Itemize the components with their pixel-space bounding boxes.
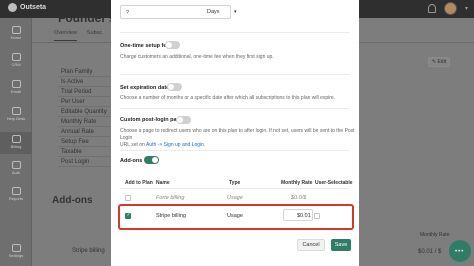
column-header-user-selectable: User-Selectable [315,180,353,186]
sidebar-item-label: CRM [11,62,21,67]
detail-row: Setup Fee [58,137,110,147]
column-header-add-to-plan: Add to Plan [125,180,153,186]
addons-toggle[interactable] [144,156,159,164]
list-header-monthly-rate: Monthly Rate [420,232,450,238]
sidebar-item-crm[interactable]: CRM [0,53,32,67]
one-time-fee-desc: Charge customers an additional, one-time… [120,54,274,60]
expiration-desc: Choose a number of months or a specific … [120,95,336,101]
sidebar-item-label: Home [10,35,22,40]
sidebar-item-settings[interactable]: Settings [0,244,32,258]
sidebar-item-home[interactable]: Home [0,26,32,40]
sidebar-item-billing[interactable]: Billing [0,132,32,154]
detail-row: Is Active [58,77,110,87]
sidebar-item-label: Settings [8,253,24,258]
toggle-knob [152,157,158,163]
edit-button[interactable]: ✎ Edit [428,57,450,67]
sidebar-item-help-desk[interactable]: Help Desk [0,107,32,121]
toggle-knob [166,42,172,48]
page-tabs: Overview Subsc [54,30,102,41]
detail-row: Trial Period [58,87,110,97]
expiration-title: Set expiration date [120,85,170,91]
addon-rate: $0.0/$ [291,195,307,201]
divider [120,32,350,33]
post-login-title: Custom post-login path [120,117,182,123]
sidebar-item-label: Help Desk [6,116,26,121]
expiration-days-field[interactable]: ? Days ▾ [120,5,237,19]
addons-title: Add-ons [120,158,143,164]
highlight-box [118,204,354,230]
bell-icon[interactable] [427,4,436,13]
billing-icon [11,135,21,143]
sidebar-item-label: Reports [8,196,23,201]
list-item-price: $0.01 / $ [418,249,442,255]
save-button[interactable]: Save [331,239,351,251]
auth-icon [11,161,21,169]
list-item: Stripe billing [72,248,105,254]
sidebar-item-label: Billing [10,144,22,149]
gear-icon [11,244,21,252]
sidebar-item-label: Auth [11,170,21,175]
brand-name: Outseta [20,4,47,11]
sidebar: Home CRM Email Help Desk Billing Auth Re… [0,18,32,266]
detail-row: Per User [58,97,110,107]
divider [120,74,350,75]
post-login-desc: Choose a page to redirect users who are … [120,128,355,149]
days-unit-select[interactable]: Days [207,9,220,15]
detail-row: Editable Quantity [58,107,110,117]
tab-subscriptions[interactable]: Subsc [87,30,102,41]
column-header-type: Type [229,180,241,186]
cancel-button[interactable]: Cancel [297,239,325,251]
one-time-fee-title: One-time setup fee [120,43,170,49]
add-to-plan-checkbox[interactable] [125,195,131,201]
divider [120,188,350,189]
post-login-desc-text: Choose a page to redirect users who are … [120,128,355,141]
one-time-fee-toggle[interactable] [165,41,180,49]
brand-logo[interactable]: Outseta [8,3,46,12]
addons-heading: Add-ons [52,195,93,206]
detail-row: Annual Rate [58,127,110,137]
crm-icon [11,53,21,61]
divider [120,150,350,151]
detail-row: Taxable [58,147,110,157]
sidebar-item-email[interactable]: Email [0,80,32,94]
tab-overview[interactable]: Overview [54,30,77,41]
addon-type: Usage [227,195,243,201]
column-header-monthly-rate: Monthly Rate [281,180,313,186]
toggle-knob [168,84,174,90]
sidebar-item-label: Email [10,89,21,94]
detail-row: Post Login [58,157,110,167]
sidebar-item-reports[interactable]: Reports [0,187,32,201]
home-icon [11,26,21,34]
chevron-down-icon[interactable]: ▾ [465,5,468,12]
post-login-toggle[interactable] [176,116,191,124]
days-value: ? [126,10,130,16]
expiration-toggle[interactable] [167,83,182,91]
sidebar-item-auth[interactable]: Auth [0,161,32,175]
detail-row: Monthly Rate [58,117,110,127]
avatar[interactable] [443,2,457,15]
post-login-desc-suffix: . [203,142,206,148]
chat-bubble-icon: ••• [455,249,465,255]
outseta-logo-icon [8,3,17,12]
detail-row: Plan Family [58,67,110,77]
help-desk-icon [11,107,21,115]
post-login-desc-prefix: URL set on [120,142,146,148]
reports-icon [11,187,21,195]
plan-details-list: Plan Family Is Active Trial Period Per U… [58,67,110,167]
divider [120,108,350,109]
addon-name: Forte billing [156,195,185,201]
top-right-controls: ▾ [427,2,468,15]
email-icon [11,80,21,88]
column-header-name: Name [156,180,170,186]
auth-signup-login-link[interactable]: Auth -> Sign up and Login [146,142,204,148]
toggle-knob [177,117,183,123]
chevron-down-icon: ▾ [234,9,237,15]
